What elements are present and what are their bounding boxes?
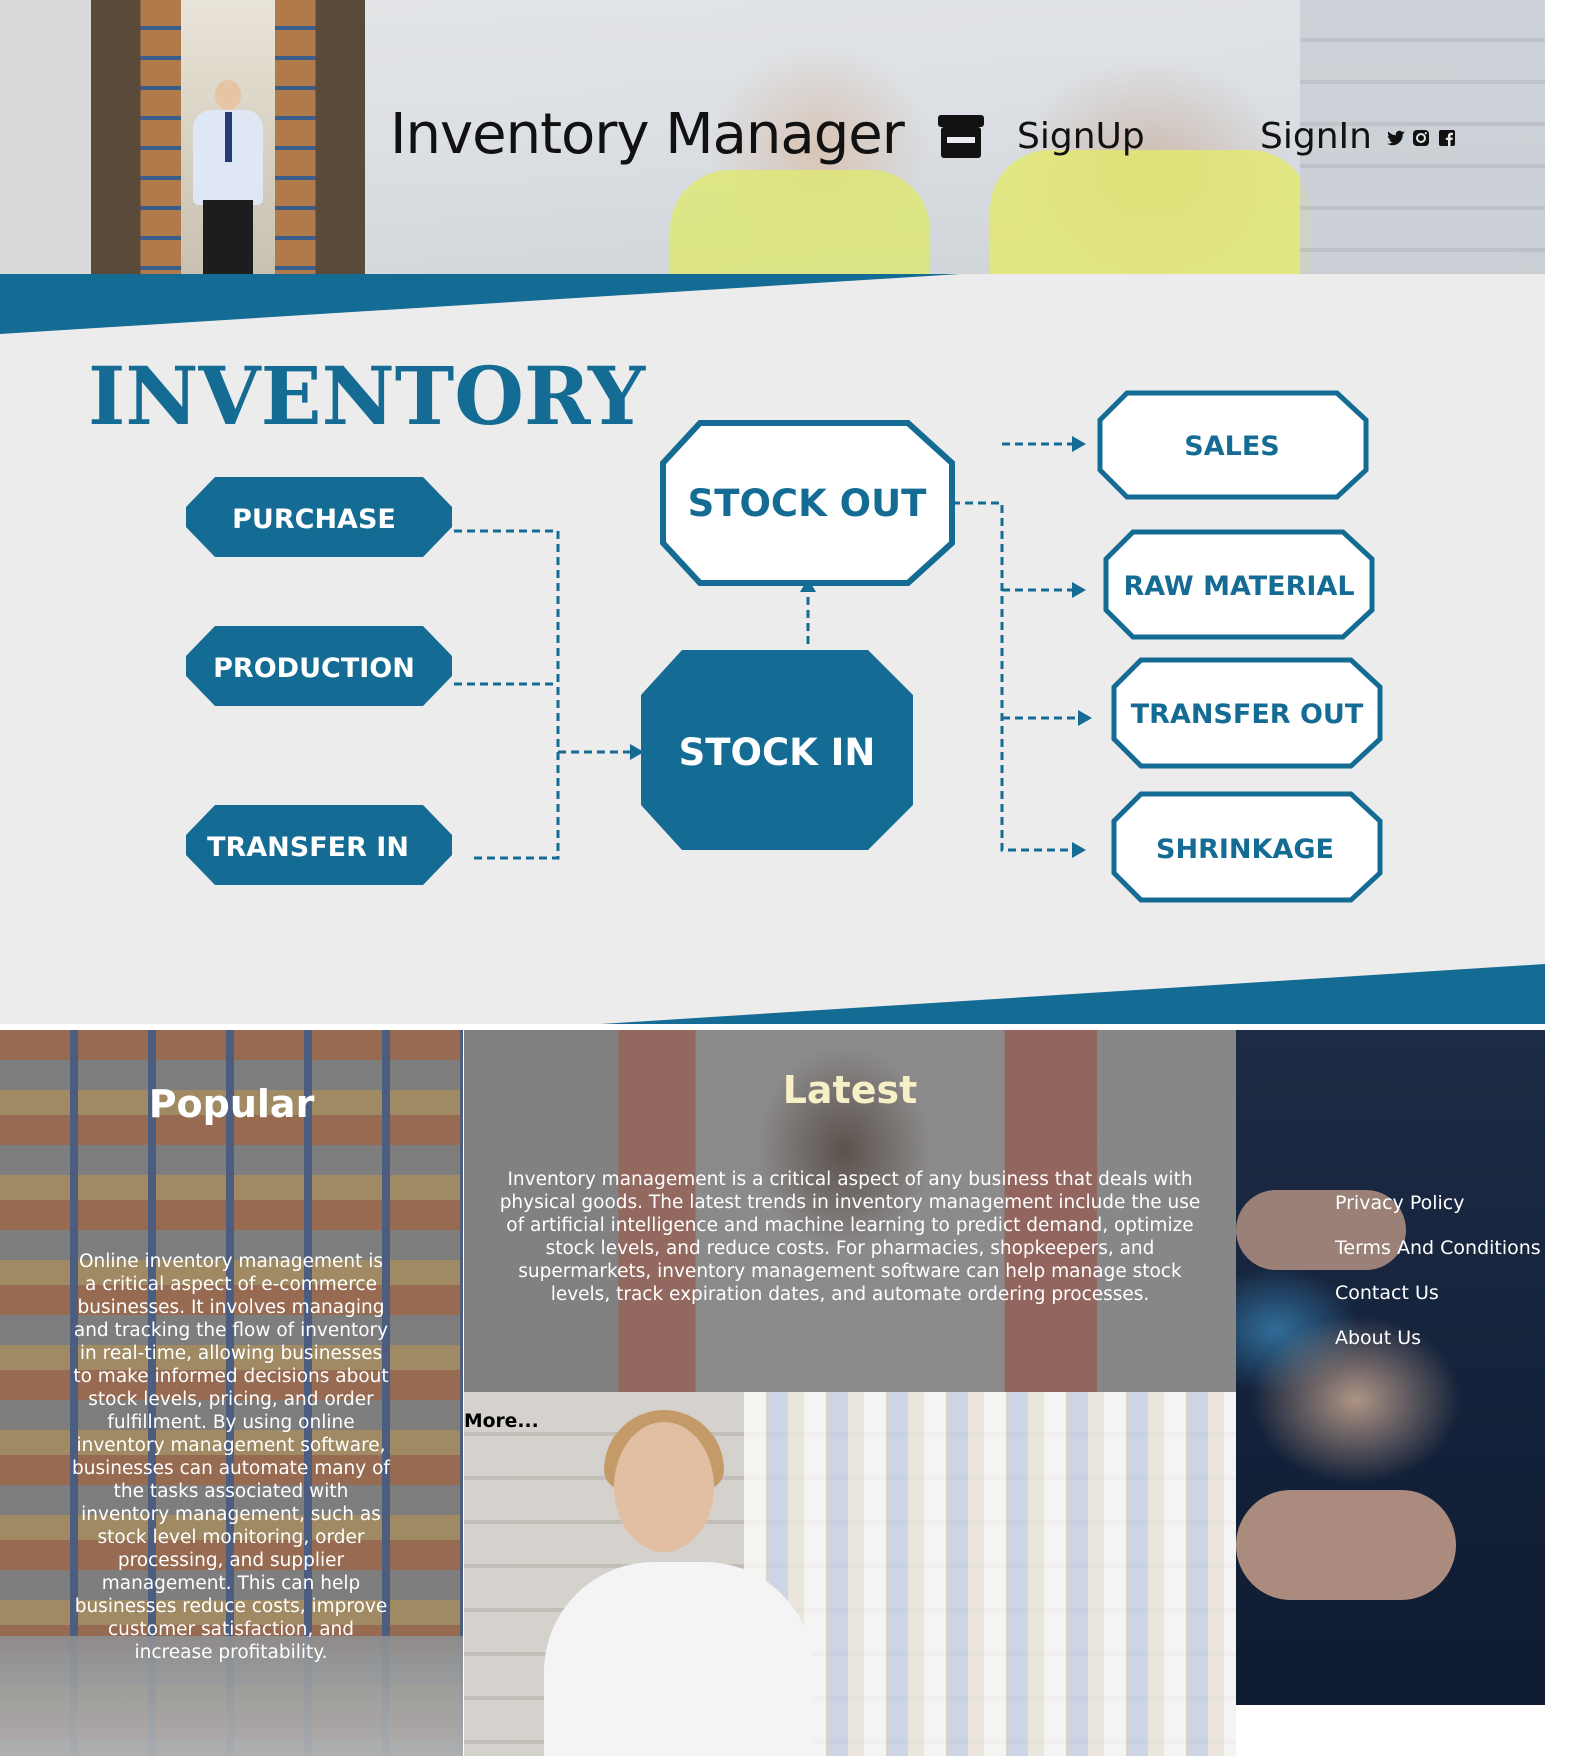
node-transfer-out-label: TRANSFER OUT: [1131, 699, 1364, 730]
warehouse-manager-photo: [91, 0, 365, 274]
diagram-title: INVENTORY: [88, 349, 646, 443]
node-transfer-out: TRANSFER OUT: [1111, 657, 1383, 769]
instagram-icon[interactable]: [1411, 128, 1431, 148]
site-title: Inventory Manager: [390, 102, 905, 167]
popular-section: Popular Online inventory management is a…: [0, 1030, 463, 1756]
node-stock-in: STOCK IN: [641, 650, 913, 850]
node-stock-in-label: STOCK IN: [679, 731, 876, 774]
node-shrinkage: SHRINKAGE: [1111, 791, 1383, 903]
node-sales-label: SALES: [1184, 431, 1279, 462]
more-section: [464, 1392, 1236, 1756]
signup-link[interactable]: SignUp: [1017, 116, 1145, 157]
node-transfer-in: TRANSFER IN: [186, 805, 452, 885]
contact-us-link[interactable]: Contact Us: [1335, 1282, 1439, 1304]
more-heading[interactable]: More...: [464, 1411, 539, 1432]
twitter-icon[interactable]: [1386, 128, 1406, 148]
popular-text: Online inventory management is a critica…: [72, 1251, 390, 1663]
node-stock-out-label: STOCK OUT: [688, 482, 928, 525]
node-shrinkage-label: SHRINKAGE: [1156, 834, 1334, 865]
latest-section: Latest Inventory management is a critica…: [464, 1030, 1236, 1392]
inventory-flow-diagram: INVENTORY PURCHASE PRODUCTION TRANSFER I…: [0, 274, 1545, 1026]
node-sales: SALES: [1097, 390, 1369, 500]
node-purchase-label: PURCHASE: [232, 504, 396, 535]
node-production-label: PRODUCTION: [213, 653, 415, 684]
node-stock-out: STOCK OUT: [660, 420, 955, 586]
node-raw-material: RAW MATERIAL: [1103, 529, 1375, 640]
node-purchase: PURCHASE: [186, 477, 452, 557]
footer-links-panel: Privacy Policy Terms And Conditions Cont…: [1236, 1030, 1545, 1705]
facebook-icon[interactable]: [1437, 128, 1457, 148]
node-raw-material-label: RAW MATERIAL: [1123, 571, 1354, 602]
latest-text: Inventory management is a critical aspec…: [499, 1169, 1201, 1305]
popular-heading: Popular: [148, 1082, 315, 1126]
node-transfer-in-label: TRANSFER IN: [207, 832, 409, 863]
store-icon: [938, 115, 984, 158]
node-production: PRODUCTION: [186, 626, 452, 706]
signin-link[interactable]: SignIn: [1260, 116, 1372, 157]
terms-and-conditions-link[interactable]: Terms And Conditions: [1335, 1237, 1541, 1259]
latest-heading: Latest: [782, 1068, 918, 1112]
privacy-policy-link[interactable]: Privacy Policy: [1335, 1192, 1464, 1214]
about-us-link[interactable]: About Us: [1335, 1327, 1421, 1349]
